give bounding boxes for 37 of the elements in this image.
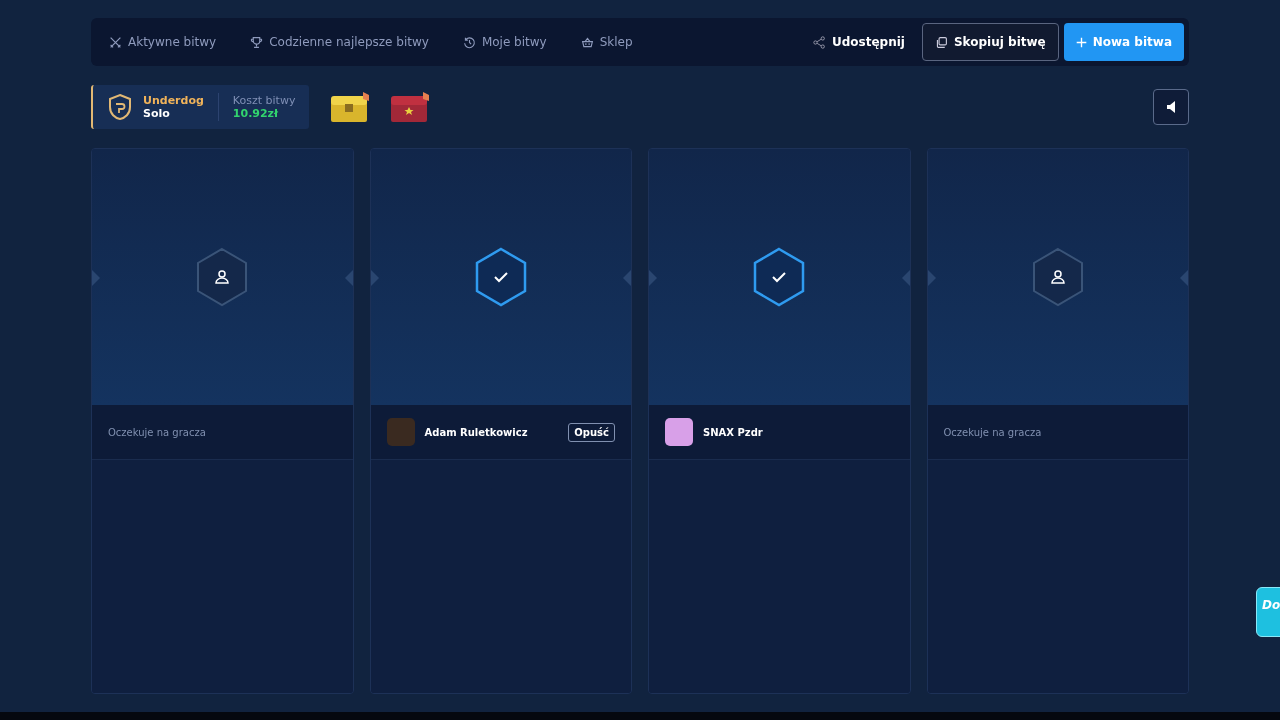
triangle-icon: [370, 270, 379, 286]
triangle-icon: [901, 270, 910, 286]
cost-label: Koszt bitwy: [232, 94, 296, 107]
player-name: SNAX Pzdr: [703, 426, 763, 438]
speaker-icon: [1166, 101, 1176, 113]
plus-icon: [1075, 36, 1087, 48]
nav-tab[interactable]: Sklep: [580, 35, 633, 49]
nav-icon: [580, 35, 594, 49]
triangle-icon: [1180, 270, 1188, 286]
copy-battle-button[interactable]: Skopiuj bitwę: [921, 23, 1059, 61]
triangle-icon: [92, 270, 100, 286]
nav-tab[interactable]: Aktywne bitwy: [109, 35, 217, 49]
share-link[interactable]: Udostępnij: [813, 35, 905, 49]
nav-icon: [109, 35, 122, 49]
leave-button[interactable]: Opuść: [568, 422, 615, 442]
shield-icon: [107, 93, 133, 121]
avatar-placeholder: [386, 418, 415, 446]
chest-drawing: [329, 90, 372, 124]
nav-tab[interactable]: Codzienne najlepsze bitwy: [250, 35, 429, 49]
copy-icon: [934, 35, 948, 49]
nav-tab[interactable]: Moje bitwy: [462, 35, 547, 49]
triangle-icon: [344, 270, 353, 286]
sound-button[interactable]: [1153, 89, 1189, 125]
mode-label: Underdog: [143, 94, 204, 107]
chest-drawing: [389, 90, 432, 124]
type-label: Solo: [143, 107, 171, 120]
triangle-icon: [927, 270, 936, 286]
triangle-icon: [649, 270, 657, 286]
share-icon: [813, 35, 826, 49]
player-name: Adam Ruletkowicz: [424, 426, 528, 438]
nav-icon: [250, 35, 264, 49]
triangle-icon: [623, 270, 631, 286]
cost-value: 10.92zł: [232, 107, 280, 120]
waiting-text: Oczekuje na gracza: [943, 426, 1042, 438]
avatar-placeholder: [665, 418, 693, 446]
waiting-text: Oczekuje na gracza: [108, 426, 206, 438]
nav-icon: [462, 35, 476, 49]
